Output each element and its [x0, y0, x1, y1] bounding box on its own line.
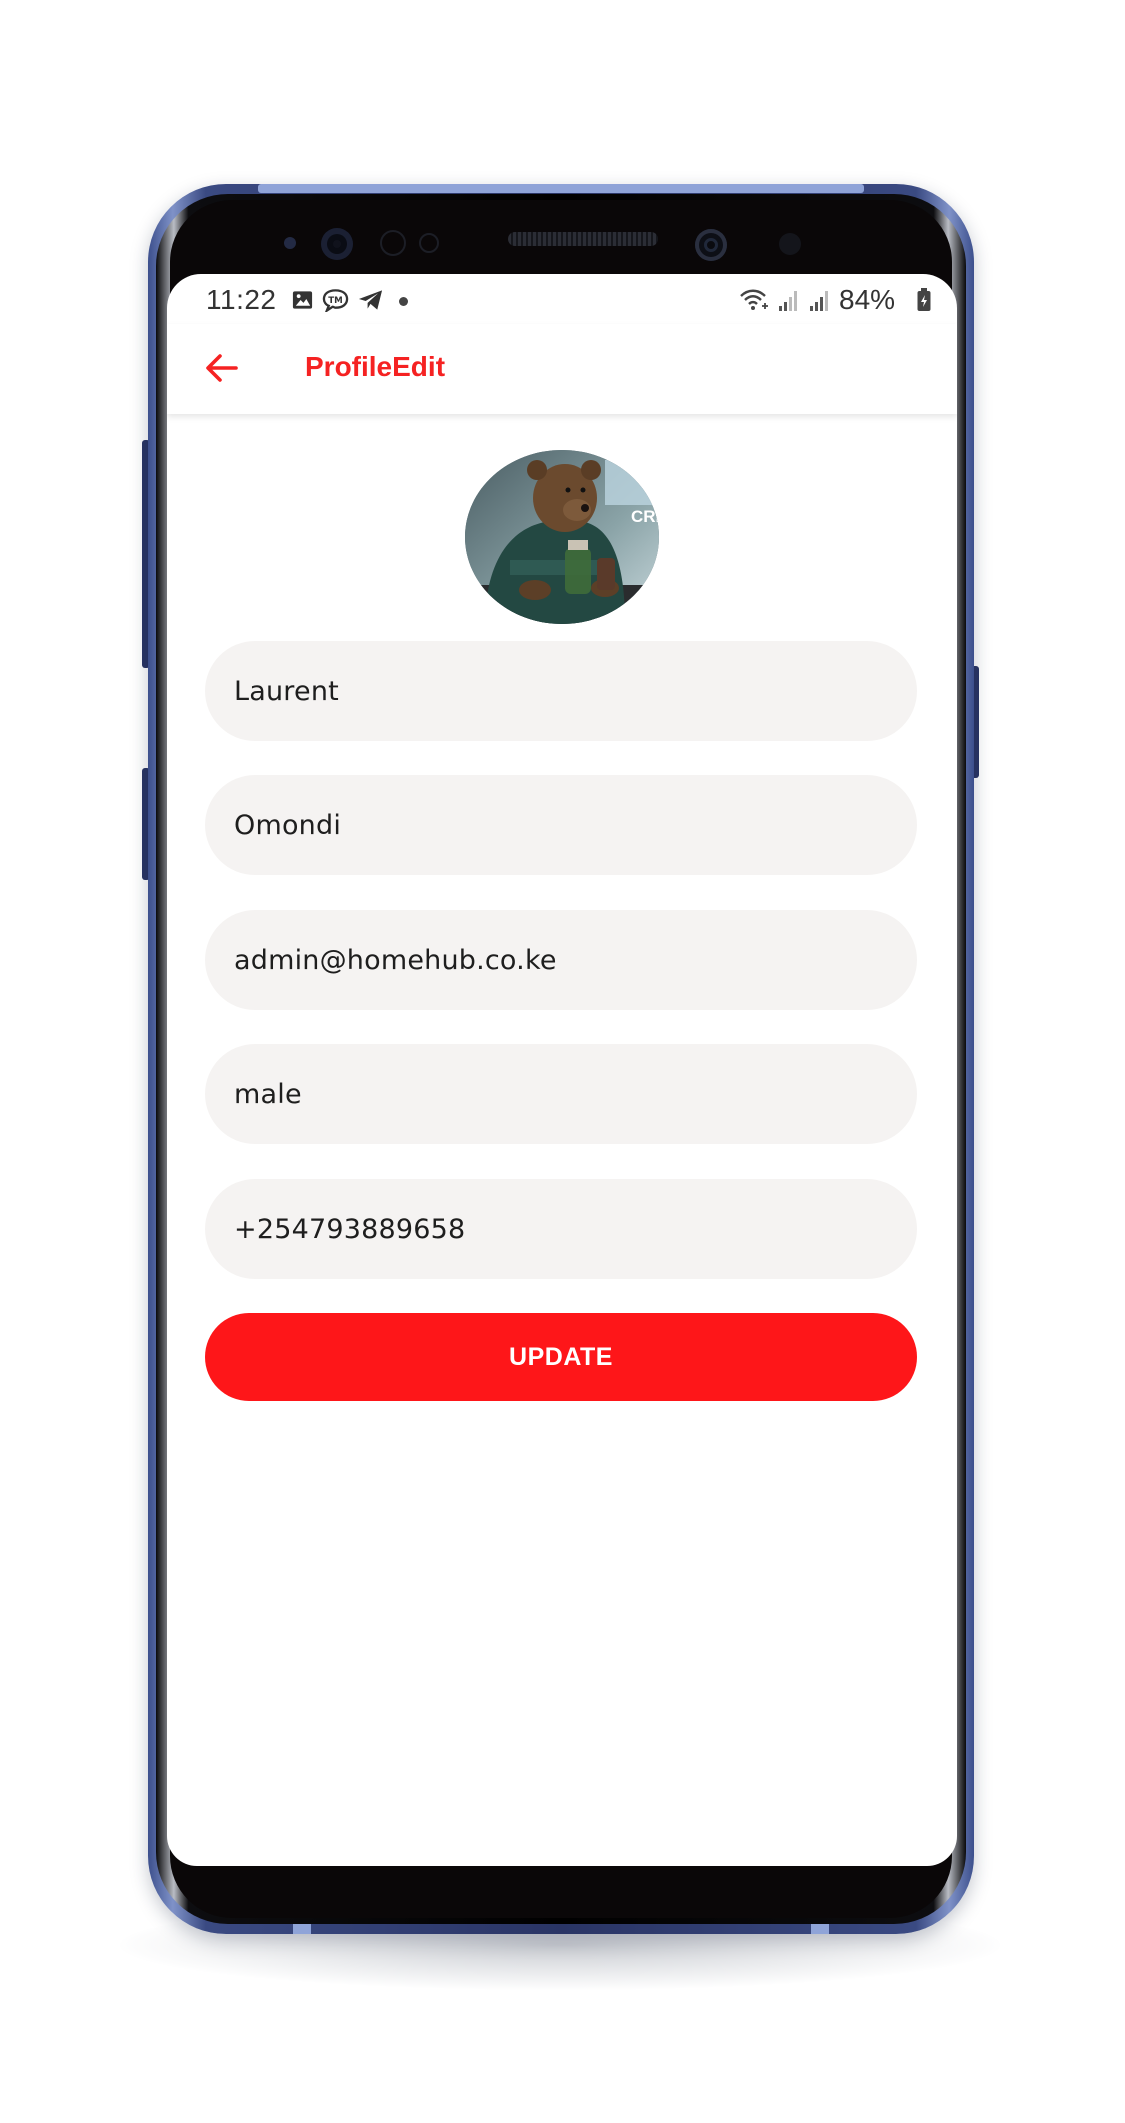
status-time: 11:22: [206, 284, 277, 315]
phone-field[interactable]: [205, 1179, 917, 1279]
app-bar: ProfileEdit: [167, 324, 957, 414]
arrow-left-icon: [206, 354, 238, 382]
last-name-field[interactable]: [205, 775, 917, 875]
avatar-image: CREA: [465, 450, 659, 624]
device-mockup: 11:22 TM 84% ProfileEdit CR Laurent Omon…: [0, 0, 1125, 2123]
avatar-hoodie-text: CREA: [631, 507, 659, 526]
frame-edge-highlight: [258, 184, 864, 193]
first-name-input[interactable]: [205, 641, 917, 741]
tm-icon: TM: [322, 289, 349, 312]
last-name-input[interactable]: [205, 775, 917, 875]
earpiece-speaker: [508, 232, 658, 246]
wifi-icon: [740, 289, 768, 310]
iris-camera: [321, 228, 353, 260]
light-sensor: [419, 233, 439, 253]
screen: 11:22 TM 84% ProfileEdit CR Laurent Omon…: [167, 274, 957, 1866]
back-button[interactable]: [200, 346, 244, 390]
gender-field[interactable]: [205, 1044, 917, 1144]
email-input[interactable]: [205, 910, 917, 1010]
dot-icon: [399, 297, 408, 306]
proximity-sensor: [284, 237, 296, 249]
battery-icon: [917, 288, 931, 311]
light-sensor: [380, 230, 406, 256]
front-camera: [695, 229, 727, 261]
status-bar: 11:22 TM 84%: [167, 274, 957, 324]
battery-percent: 84%: [839, 284, 896, 315]
telegram-icon: [358, 290, 383, 310]
signal-icon: [810, 291, 828, 311]
update-button[interactable]: UPDATE: [205, 1313, 917, 1401]
page-title: ProfileEdit: [305, 351, 446, 382]
gender-input[interactable]: [205, 1044, 917, 1144]
avatar[interactable]: CREA: [465, 450, 659, 624]
image-icon: [292, 291, 313, 309]
frame-edge-highlight: [293, 1924, 311, 1934]
phone-input[interactable]: [205, 1179, 917, 1279]
signal-icon: [779, 291, 797, 311]
first-name-field[interactable]: [205, 641, 917, 741]
svg-text:TM: TM: [328, 296, 343, 306]
frame-edge-highlight: [811, 1924, 829, 1934]
email-field[interactable]: [205, 910, 917, 1010]
iris-scanner: [779, 233, 801, 255]
